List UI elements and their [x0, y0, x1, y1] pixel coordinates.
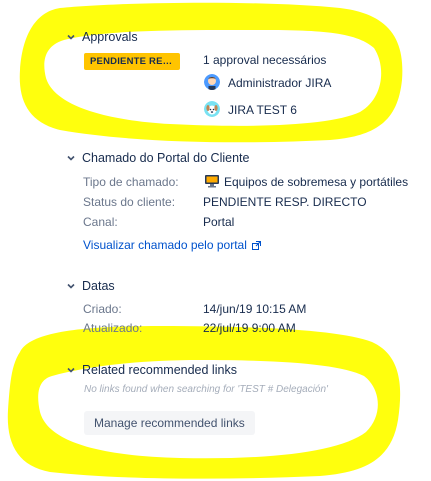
desktop-computer-icon: [204, 174, 220, 188]
external-link-icon: [252, 239, 262, 253]
request-type-label: Tipo de chamado:: [83, 175, 179, 189]
chevron-down-icon: [64, 363, 78, 377]
view-in-portal-link[interactable]: Visualizar chamado pelo portal: [83, 238, 262, 253]
admin-avatar-icon[interactable]: [204, 74, 220, 90]
chevron-down-icon: [64, 279, 78, 293]
request-type-value: Equipos de sobremesa y portátiles: [224, 175, 409, 189]
customer-status-label: Status do cliente:: [83, 195, 176, 209]
updated-label: Atualizado:: [83, 321, 143, 335]
no-links-message: No links found when searching for 'TEST …: [84, 384, 328, 395]
chevron-down-icon: [64, 151, 78, 165]
updated-value: 22/jul/19 9:00 AM: [203, 321, 296, 335]
dog-avatar-icon[interactable]: [204, 101, 220, 117]
approval-count: 1 approval necessários: [203, 53, 327, 67]
approver-name[interactable]: JIRA TEST 6: [228, 103, 297, 117]
channel-label: Canal:: [83, 215, 118, 229]
manage-recommended-links-button[interactable]: Manage recommended links: [84, 411, 255, 435]
portal-section-header[interactable]: Chamado do Portal do Cliente: [64, 151, 249, 165]
approver-name[interactable]: Administrador JIRA: [228, 76, 331, 90]
channel-value: Portal: [203, 215, 235, 229]
chevron-down-icon: [64, 30, 78, 44]
created-value: 14/jun/19 10:15 AM: [203, 302, 307, 316]
recommended-links-section-header[interactable]: Related recommended links: [64, 363, 237, 377]
recommended-links-title: Related recommended links: [82, 363, 237, 377]
customer-status-value: PENDIENTE RESP. DIRECTO: [203, 195, 367, 209]
dates-section-header[interactable]: Datas: [64, 279, 115, 293]
dates-title: Datas: [82, 279, 115, 293]
approvals-title: Approvals: [82, 30, 138, 44]
approvals-section-header[interactable]: Approvals: [64, 30, 138, 44]
view-in-portal-link-label[interactable]: Visualizar chamado pelo portal: [83, 238, 247, 252]
portal-title: Chamado do Portal do Cliente: [82, 151, 250, 165]
status-lozenge: PENDIENTE RESP. DI...: [84, 53, 180, 70]
created-label: Criado:: [83, 302, 122, 316]
